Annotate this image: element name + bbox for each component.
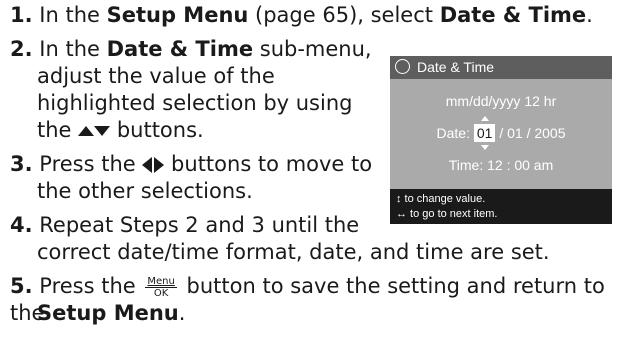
- step-1: 1. In the Setup Menu (page 65), select D…: [10, 2, 593, 29]
- down-arrow-icon: [94, 126, 111, 136]
- step-text: buttons to move to: [164, 152, 373, 176]
- step-3-line-2: the other selections.: [37, 179, 253, 203]
- screen-title: Date & Time: [417, 59, 495, 75]
- step-number: 2.: [10, 37, 33, 61]
- step-number: 5.: [10, 274, 33, 298]
- step-4: 4. Repeat Steps 2 and 3 until the: [10, 212, 359, 239]
- screen-footer: ↕ to change value. ↔ to go to next item.: [390, 189, 612, 224]
- date-label: Date:: [436, 125, 470, 141]
- step-2-line-3: highlighted selection by using: [37, 91, 353, 115]
- step-text: (page 65), select: [248, 3, 440, 27]
- step-5-line-2: Setup Menu.: [10, 300, 185, 327]
- date-line: Date: 01 / 01 / 2005: [390, 116, 612, 150]
- time-line: Time: 12 : 00 am: [448, 157, 554, 173]
- left-arrow-icon: [142, 157, 153, 173]
- step-4-line-2: correct date/time format, date, and time…: [37, 240, 550, 264]
- date-rest: / 01 / 2005: [495, 125, 566, 141]
- step-text: the: [37, 118, 79, 142]
- step-text: .: [586, 3, 593, 27]
- hint-change-value: ↕ to change value.: [396, 193, 486, 205]
- camera-screen: Date & Time mm/dd/yyyy 12 hr Date: 01 / …: [390, 56, 612, 224]
- step-number: 3.: [10, 152, 33, 176]
- step-text: .: [178, 301, 186, 325]
- step-text: In the: [39, 37, 107, 61]
- date-month-highlight: 01: [473, 116, 496, 150]
- format-line: mm/dd/yyyy 12 hr: [445, 93, 557, 109]
- right-arrow-icon: [154, 157, 165, 173]
- menu-ok-bottom: OK: [153, 287, 169, 299]
- step-3: 3. Press the buttons to move to: [10, 151, 372, 178]
- step-text: Press the: [39, 274, 143, 298]
- step-text: sub-menu,: [253, 37, 372, 61]
- step-bold: Date & Time: [439, 3, 587, 27]
- step-text: Repeat Steps 2 and 3 until the: [39, 213, 360, 237]
- up-arrow-icon: [480, 116, 489, 121]
- step-2: 2. In the Date & Time sub-menu,: [10, 36, 372, 63]
- step-number: 1.: [10, 3, 33, 27]
- step-text: In the: [39, 3, 107, 27]
- up-arrow-icon: [78, 126, 95, 136]
- step-bold: Date & Time: [106, 37, 254, 61]
- step-bold: Setup Menu: [37, 301, 179, 325]
- menu-ok-top: Menu: [145, 275, 177, 288]
- step-2-line-2: adjust the value of the: [37, 64, 275, 88]
- menu-ok-icon: Menu OK: [145, 275, 177, 299]
- step-text: Press the: [39, 152, 143, 176]
- step-text: buttons.: [110, 118, 204, 142]
- date-month: 01: [476, 125, 493, 141]
- step-2-line-4: the buttons.: [10, 117, 204, 144]
- hint-next-item: ↔ to go to next item.: [396, 208, 498, 220]
- screen-title-bar: Date & Time: [390, 56, 612, 79]
- clock-icon: [395, 59, 410, 74]
- step-bold: Setup Menu: [106, 3, 249, 27]
- step-number: 4.: [10, 213, 33, 237]
- down-arrow-icon: [480, 145, 489, 150]
